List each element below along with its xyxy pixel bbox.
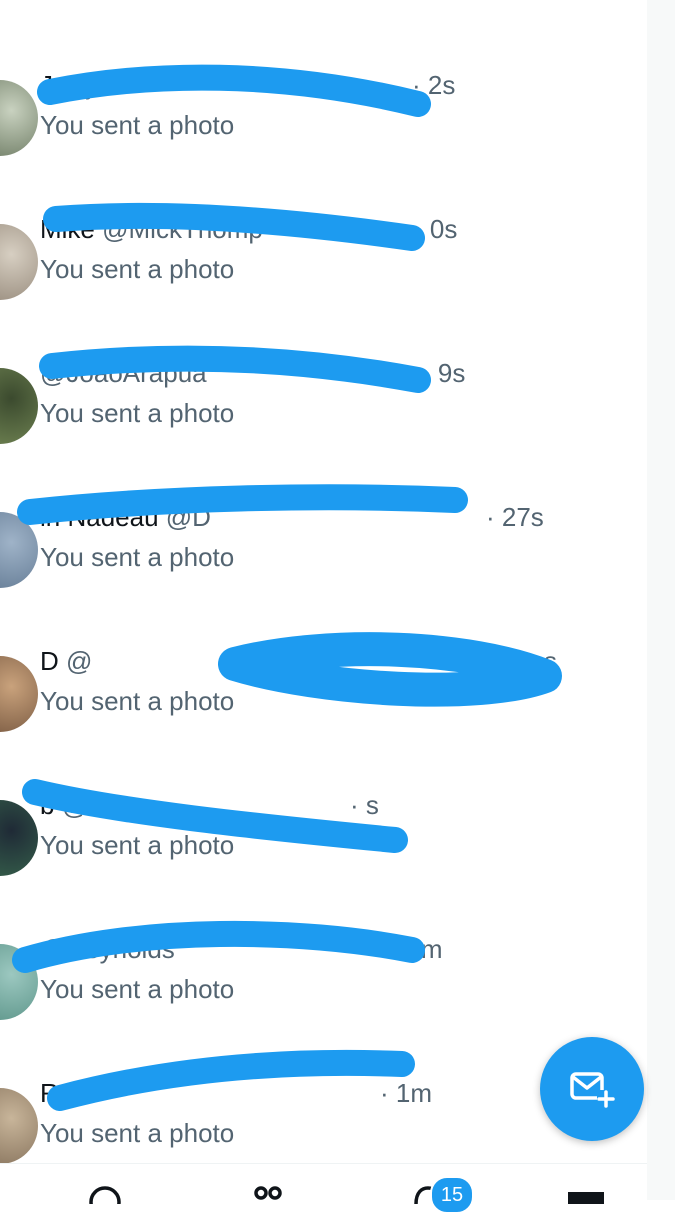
message-preview: You sent a photo (40, 110, 235, 140)
avatar[interactable] (0, 224, 38, 300)
conversation-header: R @ (40, 1078, 92, 1109)
avatar[interactable] (0, 80, 38, 156)
sender-name: D (40, 646, 59, 676)
conversation-list: J @jim · 2s You sent a photo Mike @MickThom… (0, 0, 647, 1165)
message-time: · m (405, 934, 443, 964)
conversation-header: in Nadeau @D (40, 502, 211, 533)
message-time: · 1m (380, 1078, 432, 1108)
sender-name: Mike (40, 214, 95, 244)
conversation-header: b @r (40, 790, 97, 821)
new-message-button[interactable] (540, 1037, 644, 1141)
conversation-header: @Reynolds (40, 934, 175, 965)
sender-name: b (40, 790, 55, 820)
conversation-item[interactable]: in Nadeau @D · 27s You sent a photo (0, 474, 647, 618)
sender-name: R (40, 1078, 59, 1108)
communities-icon[interactable] (250, 1184, 286, 1204)
message-preview: You sent a photo (40, 974, 235, 1004)
message-time: · 0s (414, 214, 458, 244)
message-preview: You sent a photo (40, 398, 235, 428)
sender-handle: @MickThomp (94, 214, 263, 244)
message-time: · 27s (486, 502, 544, 532)
message-time: · 9s (422, 358, 466, 388)
sender-handle: @Reynolds (40, 934, 175, 964)
conversation-item[interactable]: @JoaoArapua · 9s You sent a photo (0, 330, 647, 474)
message-time: · s (528, 646, 557, 676)
message-preview: You sent a photo (40, 686, 235, 716)
sender-handle: @ (58, 646, 93, 676)
bottom-navigation (0, 1163, 647, 1204)
message-preview: You sent a photo (40, 542, 235, 572)
sender-handle: @D (158, 502, 211, 532)
notifications-badge: 15 (430, 1176, 474, 1214)
avatar[interactable] (0, 800, 38, 876)
message-preview: You sent a photo (40, 254, 235, 284)
message-time: · 2s (412, 70, 456, 100)
sender-name: in Nadeau (40, 502, 159, 532)
conversation-item[interactable]: D @ · s You sent a photo (0, 618, 647, 762)
right-gutter (647, 0, 675, 1200)
search-icon[interactable] (88, 1184, 124, 1204)
sender-handle: @jim (53, 70, 120, 100)
avatar[interactable] (0, 512, 38, 588)
conversation-item[interactable]: @Reynolds · m You sent a photo (0, 906, 647, 1050)
sender-handle: @r (54, 790, 97, 820)
avatar[interactable] (0, 656, 38, 732)
message-preview: You sent a photo (40, 830, 235, 860)
avatar[interactable] (0, 1088, 38, 1164)
conversation-item[interactable]: J @jim · 2s You sent a photo (0, 42, 647, 186)
mail-plus-icon (570, 1072, 615, 1108)
conversation-header: D @ (40, 646, 92, 677)
conversation-header: @JoaoArapua (40, 358, 207, 389)
conversation-item[interactable]: Mike @MickThomp · 0s You sent a photo (0, 186, 647, 330)
avatar[interactable] (0, 368, 38, 444)
sender-handle: @ (58, 1078, 93, 1108)
sender-name: J (40, 70, 53, 100)
sender-handle: @JoaoArapua (40, 358, 207, 388)
conversation-header: J @jim (40, 70, 120, 101)
conversation-item[interactable]: b @r · s You sent a photo (0, 762, 647, 906)
messages-icon[interactable] (566, 1184, 606, 1204)
message-time: · s (350, 790, 379, 820)
avatar[interactable] (0, 944, 38, 1020)
conversation-header: Mike @MickThomp (40, 214, 263, 245)
message-preview: You sent a photo (40, 1118, 235, 1148)
